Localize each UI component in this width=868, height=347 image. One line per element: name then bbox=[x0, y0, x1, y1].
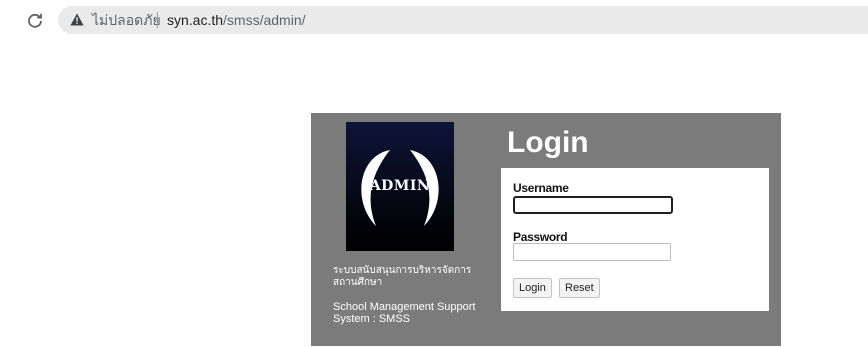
logo-text: ADMIN bbox=[369, 178, 431, 194]
url-host: syn.ac.th bbox=[167, 12, 224, 28]
login-panel: ADMIN ระบบสนับสนุนการบริหารจัดการสถานศึก… bbox=[311, 113, 781, 346]
login-button[interactable]: Login bbox=[513, 278, 552, 298]
password-field[interactable] bbox=[513, 243, 671, 261]
login-title: Login bbox=[507, 126, 589, 159]
login-form: Username Password Login Reset bbox=[501, 168, 769, 311]
system-english-name: School Management Support System : SMSS bbox=[333, 301, 476, 325]
username-label: Username bbox=[513, 181, 569, 195]
system-thai-name: ระบบสนับสนุนการบริหารจัดการสถานศึกษา bbox=[333, 265, 472, 288]
address-bar[interactable]: ไม่ปลอดภัย syn.ac.th/smss/admin/ bbox=[58, 6, 868, 34]
browser-toolbar: ไม่ปลอดภัย syn.ac.th/smss/admin/ bbox=[0, 0, 868, 42]
warning-icon[interactable] bbox=[70, 13, 84, 26]
password-label: Password bbox=[513, 230, 568, 244]
url-text[interactable]: syn.ac.th/smss/admin/ bbox=[167, 11, 306, 29]
url-divider bbox=[157, 12, 158, 28]
url-path: /smss/admin/ bbox=[223, 12, 306, 28]
username-field[interactable] bbox=[513, 196, 673, 214]
admin-logo: ADMIN bbox=[346, 122, 454, 251]
security-status[interactable]: ไม่ปลอดภัย bbox=[92, 11, 161, 29]
reload-icon[interactable] bbox=[27, 12, 43, 28]
reset-button[interactable]: Reset bbox=[559, 278, 600, 298]
